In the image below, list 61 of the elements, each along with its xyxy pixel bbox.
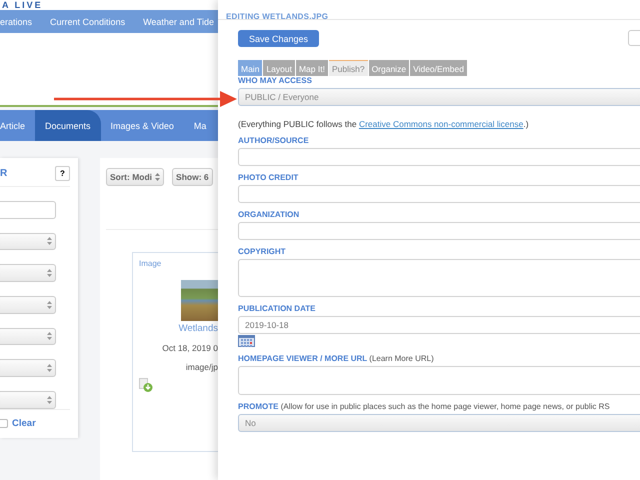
help-button[interactable]: ? xyxy=(55,166,70,181)
select-arrows-icon xyxy=(47,300,52,309)
select-arrows-icon xyxy=(47,332,52,340)
text-area[interactable] xyxy=(238,259,640,297)
filter-select[interactable] xyxy=(0,232,56,250)
field-label: ORGANIZATION xyxy=(238,210,300,221)
filter-select[interactable] xyxy=(0,359,56,377)
field-label: COPYRIGHT xyxy=(238,247,287,258)
panel-title: EDITING WETLANDS.JPG xyxy=(226,12,328,21)
editor-tab[interactable]: Map It! xyxy=(296,60,328,76)
field-label: WHO MAY ACCESS xyxy=(238,76,313,87)
editor-tab[interactable]: Main xyxy=(238,60,262,76)
select-arrows-icon xyxy=(47,269,52,278)
file-date: Oct 18, 2019 0 xyxy=(162,343,218,353)
download-icon[interactable] xyxy=(139,378,153,392)
text-field[interactable] xyxy=(238,222,640,240)
nav-link[interactable]: Current Conditions xyxy=(41,16,134,26)
license-note: (Everything PUBLIC follows the Creative Commons non-commercial license.) xyxy=(238,119,530,129)
toolbar-select[interactable]: Show: 6 xyxy=(172,168,213,186)
clear-link[interactable]: Clear xyxy=(12,418,36,430)
site-logo[interactable]: A LIVE xyxy=(2,1,43,10)
text-area[interactable] xyxy=(238,366,640,395)
text-field[interactable] xyxy=(238,148,640,166)
field-label: PROMOTE (Allow for use in public places such as the home page viewer, home page news, or public RS xyxy=(238,402,611,413)
select-arrows-icon xyxy=(155,173,160,181)
section-tab[interactable]: Ma xyxy=(184,110,216,141)
text-field[interactable] xyxy=(238,185,640,203)
filter-title: R xyxy=(0,168,8,179)
file-mime-type: image/jp xyxy=(186,362,218,372)
filter-select[interactable] xyxy=(0,390,56,409)
editor-tab[interactable]: Layout xyxy=(263,60,295,76)
date-field[interactable]: 2019-10-18 xyxy=(238,316,640,334)
license-link[interactable]: Creative Commons non-commercial license xyxy=(358,119,524,129)
editor-tab[interactable]: Publish? xyxy=(328,60,368,76)
editor-tab[interactable]: Organize xyxy=(368,60,410,76)
filter-select[interactable] xyxy=(0,328,56,346)
toolbar-select[interactable]: Sort: Modi xyxy=(106,168,164,186)
select-arrows-icon xyxy=(47,364,52,372)
nav-link[interactable]: Weather and Tide xyxy=(134,16,218,26)
calendar-icon[interactable] xyxy=(238,335,255,347)
photo-placeholder xyxy=(181,280,218,321)
editor-tab[interactable]: Video/Embed xyxy=(410,60,467,76)
section-tab[interactable]: Article xyxy=(0,110,36,141)
nav-link[interactable]: erations xyxy=(0,16,42,26)
save-button[interactable]: Save Changes xyxy=(238,30,320,47)
field-label: PUBLICATION DATE xyxy=(238,304,316,315)
filter-field[interactable] xyxy=(0,201,56,219)
file-name-link[interactable]: Wetlands xyxy=(178,323,218,334)
filter-select[interactable] xyxy=(0,296,56,314)
filter-select[interactable] xyxy=(0,264,56,282)
select-arrows-icon xyxy=(47,396,52,404)
section-tab[interactable]: Images & Video xyxy=(100,110,184,141)
field-label: PHOTO CREDIT xyxy=(238,173,300,184)
checkbox[interactable] xyxy=(0,419,8,428)
select-arrows-icon xyxy=(47,237,52,246)
field-label: HOMEPAGE VIEWER / MORE URL (Learn More URL) xyxy=(238,354,435,365)
access-select[interactable]: No xyxy=(238,414,640,432)
field-label: AUTHOR/SOURCE xyxy=(238,136,310,147)
section-tab[interactable]: Documents xyxy=(35,110,101,141)
access-select[interactable]: PUBLIC / Everyone xyxy=(238,88,640,106)
file-type: Image xyxy=(139,259,162,268)
